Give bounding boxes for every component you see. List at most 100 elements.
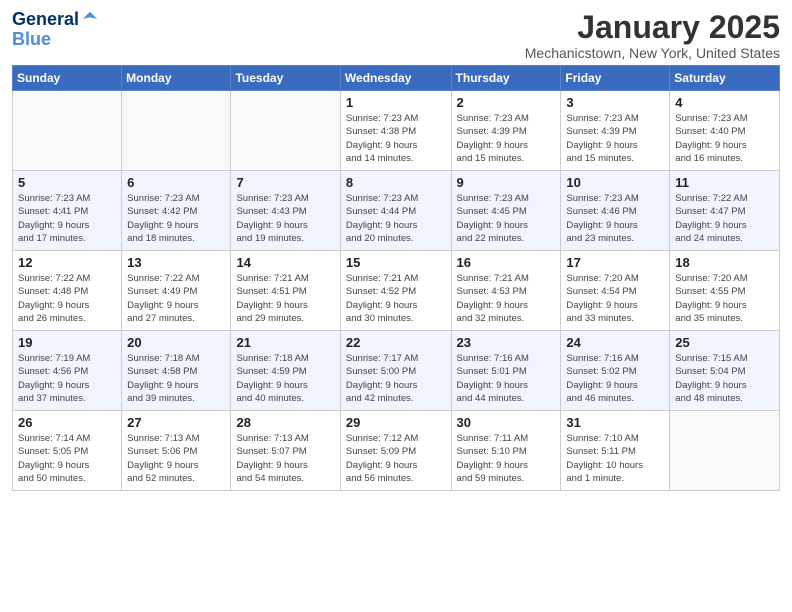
table-row [13,91,122,171]
table-row: 15 Sunrise: 7:21 AM Sunset: 4:52 PM Dayli… [340,251,451,331]
table-row: 11 Sunrise: 7:22 AM Sunset: 4:47 PM Dayli… [670,171,780,251]
title-block: January 2025 Mechanicstown, New York, Un… [525,10,780,61]
day-number: 25 [675,335,774,350]
table-row: 7 Sunrise: 7:23 AM Sunset: 4:43 PM Daylig… [231,171,340,251]
day-number: 6 [127,175,225,190]
day-number: 29 [346,415,446,430]
day-info: Sunrise: 7:21 AM Sunset: 4:51 PM Dayligh… [236,272,334,325]
day-number: 1 [346,95,446,110]
day-info: Sunrise: 7:22 AM Sunset: 4:47 PM Dayligh… [675,192,774,245]
day-info: Sunrise: 7:18 AM Sunset: 4:58 PM Dayligh… [127,352,225,405]
table-row: 22Sunrise: 7:17 AM Sunset: 5:00 PM Dayli… [340,331,451,411]
table-row: 4 Sunrise: 7:23 AM Sunset: 4:40 PM Daylig… [670,91,780,171]
day-number: 13 [127,255,225,270]
table-row: 31 Sunrise: 7:10 AM Sunset: 5:11 PM Dayli… [561,411,670,491]
table-row: 20 Sunrise: 7:18 AM Sunset: 4:58 PM Dayli… [122,331,231,411]
day-info: Sunrise: 7:14 AM Sunset: 5:05 PM Dayligh… [18,432,116,485]
logo: General Blue [12,10,99,50]
logo-text-general: General [12,10,79,30]
header-wednesday: Wednesday [340,66,451,91]
day-info: Sunrise: 7:23 AM Sunset: 4:39 PM Dayligh… [566,112,664,165]
day-info: Sunrise: 7:23 AM Sunset: 4:39 PM Dayligh… [457,112,556,165]
header-tuesday: Tuesday [231,66,340,91]
day-info: Sunrise: 7:23 AM Sunset: 4:44 PM Dayligh… [346,192,446,245]
day-number: 11 [675,175,774,190]
day-info: Sunrise: 7:20 AM Sunset: 4:55 PM Dayligh… [675,272,774,325]
day-number: 7 [236,175,334,190]
day-number: 18 [675,255,774,270]
table-row: 2 Sunrise: 7:23 AM Sunset: 4:39 PM Daylig… [451,91,561,171]
day-info: Sunrise: 7:22 AM Sunset: 4:49 PM Dayligh… [127,272,225,325]
day-number: 3 [566,95,664,110]
day-number: 21 [236,335,334,350]
table-row: 24 Sunrise: 7:16 AM Sunset: 5:02 PM Dayli… [561,331,670,411]
weekday-header-row: Sunday Monday Tuesday Wednesday Thursday… [13,66,780,91]
table-row: 13 Sunrise: 7:22 AM Sunset: 4:49 PM Dayli… [122,251,231,331]
day-number: 17 [566,255,664,270]
day-number: 23 [457,335,556,350]
day-number: 16 [457,255,556,270]
day-info: Sunrise: 7:22 AM Sunset: 4:48 PM Dayligh… [18,272,116,325]
calendar-week-row: 12Sunrise: 7:22 AM Sunset: 4:48 PM Dayli… [13,251,780,331]
day-info: Sunrise: 7:23 AM Sunset: 4:43 PM Dayligh… [236,192,334,245]
header-monday: Monday [122,66,231,91]
table-row: 30 Sunrise: 7:11 AM Sunset: 5:10 PM Dayli… [451,411,561,491]
location: Mechanicstown, New York, United States [525,45,780,61]
day-info: Sunrise: 7:17 AM Sunset: 5:00 PM Dayligh… [346,352,446,405]
day-info: Sunrise: 7:23 AM Sunset: 4:40 PM Dayligh… [675,112,774,165]
day-number: 4 [675,95,774,110]
day-info: Sunrise: 7:16 AM Sunset: 5:01 PM Dayligh… [457,352,556,405]
table-row: 1Sunrise: 7:23 AM Sunset: 4:38 PM Daylig… [340,91,451,171]
table-row: 5 Sunrise: 7:23 AM Sunset: 4:41 PM Daylig… [13,171,122,251]
day-info: Sunrise: 7:20 AM Sunset: 4:54 PM Dayligh… [566,272,664,325]
day-info: Sunrise: 7:12 AM Sunset: 5:09 PM Dayligh… [346,432,446,485]
table-row: 23 Sunrise: 7:16 AM Sunset: 5:01 PM Dayli… [451,331,561,411]
day-info: Sunrise: 7:23 AM Sunset: 4:46 PM Dayligh… [566,192,664,245]
header-sunday: Sunday [13,66,122,91]
header: General Blue January 2025 Mechanicstown,… [12,10,780,61]
table-row: 26 Sunrise: 7:14 AM Sunset: 5:05 PM Dayli… [13,411,122,491]
table-row [670,411,780,491]
day-number: 10 [566,175,664,190]
day-info: Sunrise: 7:16 AM Sunset: 5:02 PM Dayligh… [566,352,664,405]
table-row: 25 Sunrise: 7:15 AM Sunset: 5:04 PM Dayli… [670,331,780,411]
day-info: Sunrise: 7:11 AM Sunset: 5:10 PM Dayligh… [457,432,556,485]
day-info: Sunrise: 7:23 AM Sunset: 4:41 PM Dayligh… [18,192,116,245]
day-number: 24 [566,335,664,350]
day-number: 26 [18,415,116,430]
day-info: Sunrise: 7:10 AM Sunset: 5:11 PM Dayligh… [566,432,664,485]
table-row: 10 Sunrise: 7:23 AM Sunset: 4:46 PM Dayli… [561,171,670,251]
day-number: 19 [18,335,116,350]
table-row: 29 Sunrise: 7:12 AM Sunset: 5:09 PM Dayli… [340,411,451,491]
day-number: 2 [457,95,556,110]
day-number: 30 [457,415,556,430]
table-row [122,91,231,171]
day-info: Sunrise: 7:23 AM Sunset: 4:45 PM Dayligh… [457,192,556,245]
table-row: 9Sunrise: 7:23 AM Sunset: 4:45 PM Daylig… [451,171,561,251]
calendar-week-row: 26 Sunrise: 7:14 AM Sunset: 5:05 PM Dayli… [13,411,780,491]
day-number: 20 [127,335,225,350]
day-info: Sunrise: 7:15 AM Sunset: 5:04 PM Dayligh… [675,352,774,405]
table-row: 21Sunrise: 7:18 AM Sunset: 4:59 PM Dayli… [231,331,340,411]
table-row: 6Sunrise: 7:23 AM Sunset: 4:42 PM Daylig… [122,171,231,251]
table-row: 17 Sunrise: 7:20 AM Sunset: 4:54 PM Dayli… [561,251,670,331]
day-number: 28 [236,415,334,430]
day-info: Sunrise: 7:21 AM Sunset: 4:52 PM Dayligh… [346,272,446,325]
table-row: 18 Sunrise: 7:20 AM Sunset: 4:55 PM Dayli… [670,251,780,331]
header-friday: Friday [561,66,670,91]
day-info: Sunrise: 7:19 AM Sunset: 4:56 PM Dayligh… [18,352,116,405]
header-thursday: Thursday [451,66,561,91]
day-number: 14 [236,255,334,270]
calendar-week-row: 19 Sunrise: 7:19 AM Sunset: 4:56 PM Dayli… [13,331,780,411]
calendar-table: Sunday Monday Tuesday Wednesday Thursday… [12,65,780,491]
table-row: 16 Sunrise: 7:21 AM Sunset: 4:53 PM Dayli… [451,251,561,331]
day-number: 27 [127,415,225,430]
day-number: 15 [346,255,446,270]
day-number: 31 [566,415,664,430]
day-info: Sunrise: 7:13 AM Sunset: 5:06 PM Dayligh… [127,432,225,485]
day-info: Sunrise: 7:21 AM Sunset: 4:53 PM Dayligh… [457,272,556,325]
month-title: January 2025 [525,10,780,45]
calendar-week-row: 1Sunrise: 7:23 AM Sunset: 4:38 PM Daylig… [13,91,780,171]
table-row: 12Sunrise: 7:22 AM Sunset: 4:48 PM Dayli… [13,251,122,331]
day-number: 5 [18,175,116,190]
